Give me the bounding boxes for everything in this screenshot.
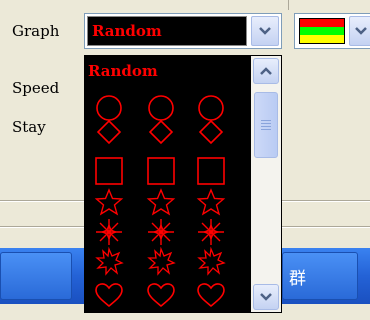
chevron-down-icon (260, 293, 272, 301)
shape-asterisk-star[interactable] (197, 218, 225, 246)
shape-burst-star[interactable] (96, 248, 123, 275)
chevron-down-icon (259, 27, 271, 35)
shape-diamond[interactable] (199, 120, 223, 144)
graph-combo[interactable]: Random (84, 13, 282, 49)
taskbar-button[interactable] (0, 252, 72, 300)
panel-divider (288, 0, 289, 10)
swatch-green (300, 27, 344, 35)
shape-star[interactable] (197, 189, 225, 215)
scroll-up-button[interactable] (253, 58, 279, 84)
shape-diamond[interactable] (149, 120, 173, 144)
chevron-down-icon (355, 27, 367, 35)
shape-diamond[interactable] (97, 120, 121, 144)
chevron-up-icon (260, 67, 272, 75)
swatch-red (300, 19, 344, 27)
graph-combo-value: Random (92, 22, 162, 40)
shape-square[interactable] (147, 157, 175, 185)
graph-combo-field[interactable]: Random (87, 16, 247, 46)
taskbar-button[interactable]: 群 (282, 252, 358, 300)
shape-circle[interactable] (96, 95, 122, 121)
shape-circle[interactable] (148, 95, 174, 121)
shape-burst-star[interactable] (198, 248, 225, 275)
scroll-thumb[interactable] (254, 92, 278, 158)
thumb-grip-line (261, 129, 271, 130)
shape-grid (95, 95, 225, 307)
shape-burst-star[interactable] (148, 248, 175, 275)
taskbar-button-label: 群 (289, 269, 306, 289)
shape-asterisk-star[interactable] (95, 218, 123, 246)
color-swatch (299, 18, 345, 44)
dropdown-scrollbar[interactable] (251, 56, 281, 312)
swatch-yellow (300, 35, 344, 43)
graph-dropdown-list[interactable]: Random (84, 55, 282, 313)
shape-heart[interactable] (197, 283, 225, 307)
shape-star[interactable] (95, 189, 123, 215)
scroll-down-button[interactable] (253, 284, 279, 310)
shape-heart[interactable] (147, 283, 175, 307)
stay-label: Stay (12, 118, 46, 136)
shape-star[interactable] (147, 189, 175, 215)
shape-heart[interactable] (95, 283, 123, 307)
thumb-grip-line (261, 126, 271, 127)
graph-label: Graph (12, 22, 60, 40)
shape-square[interactable] (197, 157, 225, 185)
shape-asterisk-star[interactable] (147, 218, 175, 246)
graph-combo-arrow-button[interactable] (251, 16, 279, 46)
color-combo[interactable] (294, 13, 370, 49)
color-combo-arrow-button[interactable] (349, 16, 370, 46)
shape-square[interactable] (95, 157, 123, 185)
shape-circle[interactable] (198, 95, 224, 121)
thumb-grip-line (261, 120, 271, 121)
speed-label: Speed (12, 79, 60, 97)
thumb-grip-line (261, 123, 271, 124)
